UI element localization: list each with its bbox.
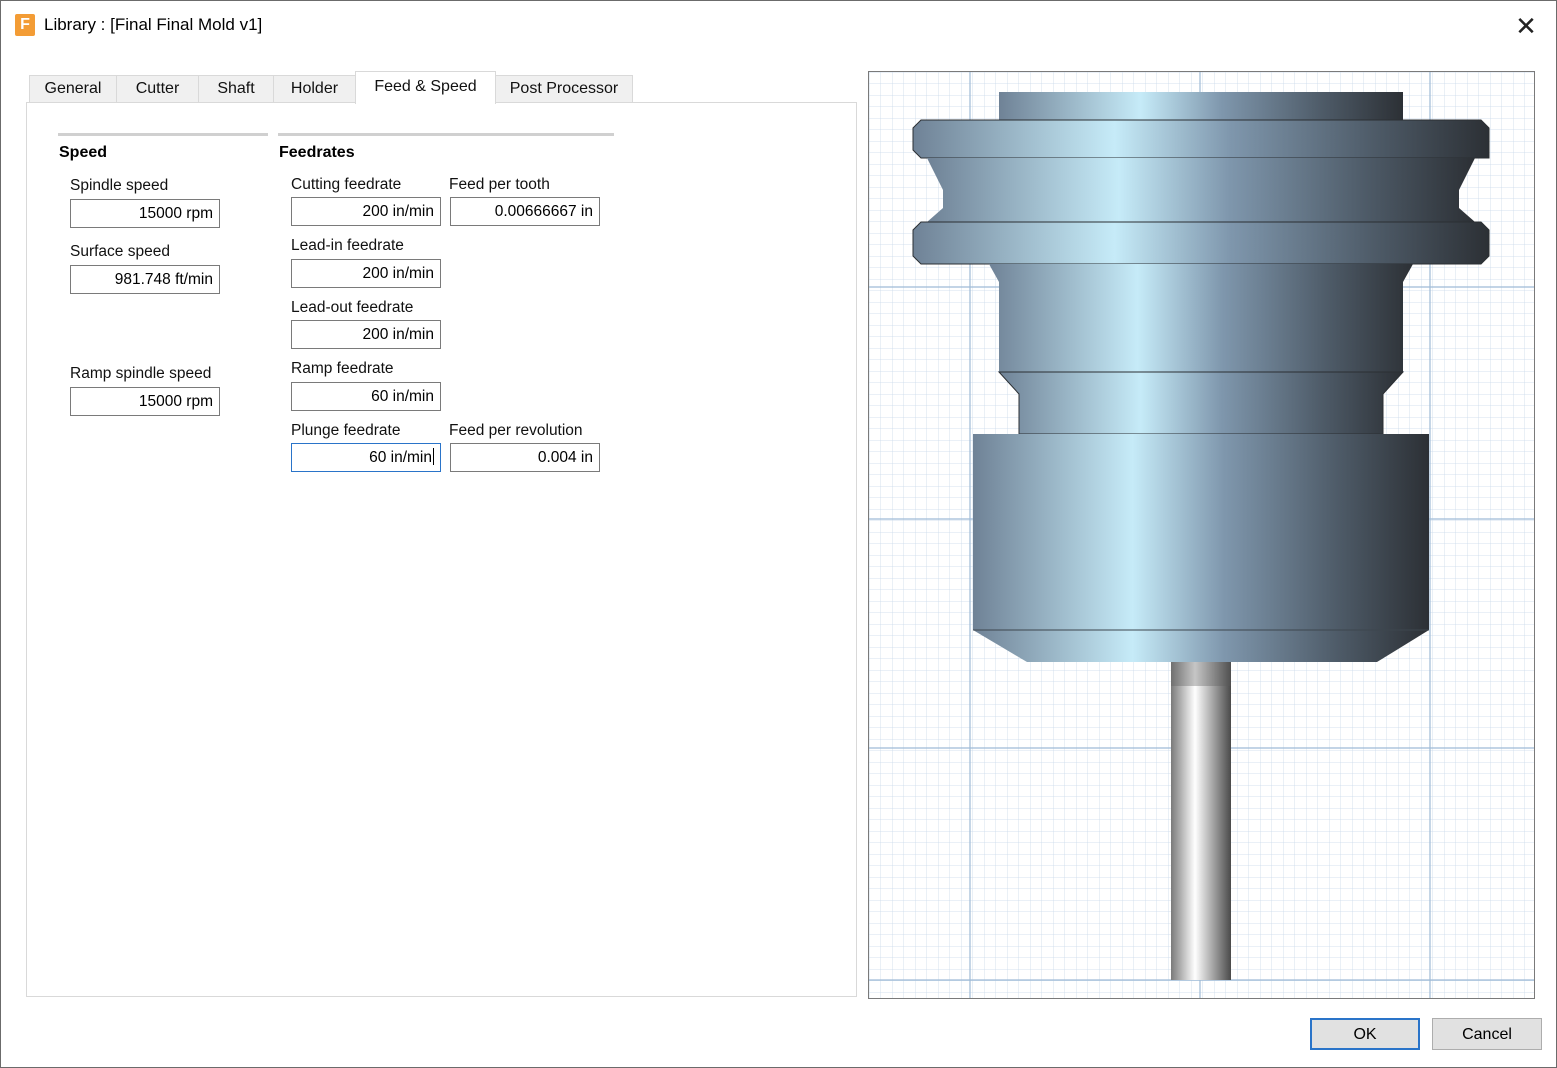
tab-holder[interactable]: Holder xyxy=(273,75,356,103)
surface-speed-label: Surface speed xyxy=(70,243,170,260)
feedrates-group-rule xyxy=(278,133,614,136)
cancel-button[interactable]: Cancel xyxy=(1432,1018,1542,1050)
tab-general[interactable]: General xyxy=(29,75,117,103)
speed-group-rule xyxy=(58,133,268,136)
lead-in-feedrate-field[interactable]: 200 in/min xyxy=(291,259,441,288)
feedrates-group-title: Feedrates xyxy=(279,144,355,161)
ok-button[interactable]: OK xyxy=(1310,1018,1420,1050)
speed-group-title: Speed xyxy=(59,144,108,161)
ramp-feedrate-label: Ramp feedrate xyxy=(291,360,394,377)
plunge-feedrate-field[interactable]: 60 in/min xyxy=(291,443,441,472)
tool-preview-graphic xyxy=(869,72,1534,998)
tool-preview[interactable] xyxy=(868,71,1535,999)
cutting-feedrate-field[interactable]: 200 in/min xyxy=(291,197,441,226)
plunge-feedrate-value: 60 in/min xyxy=(369,449,432,466)
lead-in-feedrate-label: Lead-in feedrate xyxy=(291,237,404,254)
tab-feed-speed[interactable]: Feed & Speed xyxy=(355,71,496,104)
text-caret xyxy=(433,448,434,465)
cutter-shank xyxy=(1171,662,1231,980)
plunge-feedrate-label: Plunge feedrate xyxy=(291,422,401,439)
surface-speed-field[interactable]: 981.748 ft/min xyxy=(70,265,220,294)
tab-shaft[interactable]: Shaft xyxy=(198,75,274,103)
feed-per-tooth-label: Feed per tooth xyxy=(449,176,550,193)
feed-speed-panel: Speed Spindle speed 15000 rpm Surface sp… xyxy=(26,102,857,997)
tab-post-processor[interactable]: Post Processor xyxy=(495,75,633,103)
feed-per-revolution-field[interactable]: 0.004 in xyxy=(450,443,600,472)
lead-out-feedrate-label: Lead-out feedrate xyxy=(291,299,414,316)
ramp-feedrate-field[interactable]: 60 in/min xyxy=(291,382,441,411)
lead-out-feedrate-field[interactable]: 200 in/min xyxy=(291,320,441,349)
ramp-spindle-speed-label: Ramp spindle speed xyxy=(70,365,212,382)
tab-cutter[interactable]: Cutter xyxy=(116,75,199,103)
close-icon[interactable]: ✕ xyxy=(1506,9,1546,43)
cutting-feedrate-label: Cutting feedrate xyxy=(291,176,402,193)
library-dialog: F Library : [Final Final Mold v1] ✕ Gene… xyxy=(0,0,1557,1068)
spindle-speed-label: Spindle speed xyxy=(70,177,169,194)
spindle-speed-field[interactable]: 15000 rpm xyxy=(70,199,220,228)
ramp-spindle-speed-field[interactable]: 15000 rpm xyxy=(70,387,220,416)
feed-per-tooth-field[interactable]: 0.00666667 in xyxy=(450,197,600,226)
feed-per-revolution-label: Feed per revolution xyxy=(449,422,583,439)
window-title: Library : [Final Final Mold v1] xyxy=(44,15,263,34)
title-bar: F Library : [Final Final Mold v1] ✕ xyxy=(1,1,1556,51)
fusion-app-icon: F xyxy=(15,14,35,36)
